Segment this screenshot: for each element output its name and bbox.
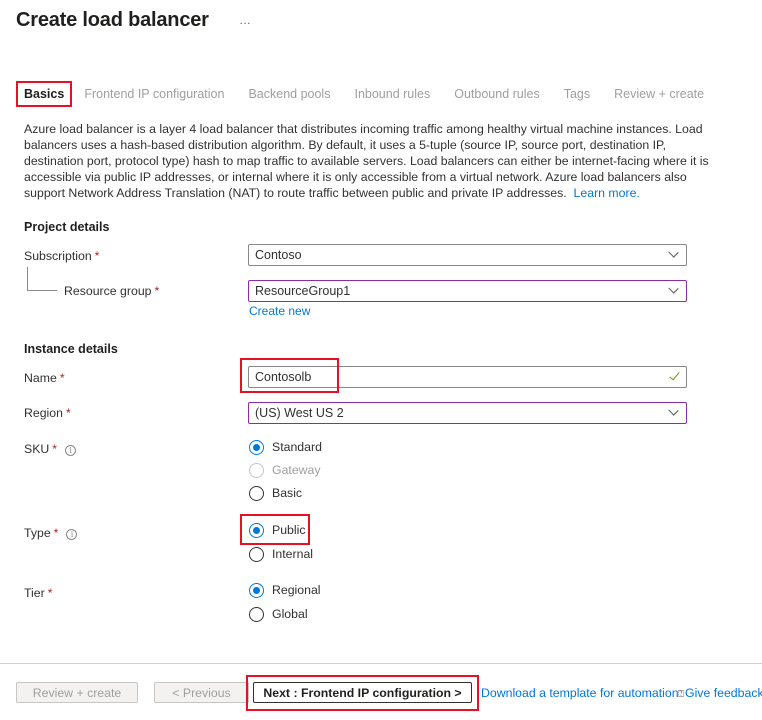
- radio-label: Basic: [272, 486, 303, 500]
- sku-label: SKU * i: [24, 442, 77, 456]
- previous-button[interactable]: < Previous: [154, 682, 249, 703]
- required-marker: *: [47, 586, 53, 600]
- tier-option-regional[interactable]: Regional: [249, 581, 321, 599]
- project-details-heading: Project details: [24, 220, 110, 234]
- name-label-text: Name: [24, 371, 57, 385]
- name-label: Name *: [24, 371, 65, 385]
- tab-frontend-ip-configuration[interactable]: Frontend IP configuration: [84, 87, 224, 101]
- sku-option-basic[interactable]: Basic: [249, 484, 322, 502]
- info-icon[interactable]: i: [65, 445, 77, 456]
- subscription-label-text: Subscription: [24, 249, 92, 263]
- region-value: (US) West US 2: [255, 406, 344, 420]
- region-select[interactable]: (US) West US 2: [248, 402, 687, 424]
- radio-button[interactable]: [249, 546, 264, 562]
- description: Azure load balancer is a layer 4 load ba…: [24, 121, 724, 201]
- tab-outbound-rules[interactable]: Outbound rules: [454, 87, 539, 101]
- tree-connector: [27, 267, 57, 291]
- create-new-resource-group-link[interactable]: Create new: [249, 304, 310, 318]
- sku-option-gateway: Gateway: [249, 461, 322, 479]
- footer-divider: [0, 663, 762, 664]
- radio-label: Global: [272, 607, 308, 621]
- next-button-highlight-box: [246, 675, 479, 711]
- radio-label: Gateway: [272, 463, 321, 477]
- chevron-down-icon: [664, 245, 686, 265]
- chevron-down-icon: [664, 403, 686, 423]
- name-highlight-box: [240, 358, 339, 393]
- tab-review-create[interactable]: Review + create: [614, 87, 704, 101]
- resource-group-value: ResourceGroup1: [255, 284, 351, 298]
- required-marker: *: [52, 442, 58, 456]
- radio-button-checked[interactable]: [249, 582, 264, 598]
- give-feedback-link[interactable]: ⍰Give feedback: [678, 686, 762, 700]
- checkmark-icon: [664, 367, 686, 387]
- tab-basics[interactable]: Basics: [16, 81, 73, 107]
- tab-tags[interactable]: Tags: [564, 87, 590, 101]
- sku-radio-group: Standard Gateway Basic: [249, 438, 322, 502]
- subscription-select[interactable]: Contoso: [248, 244, 687, 266]
- required-marker: *: [59, 371, 65, 385]
- radio-button-checked[interactable]: [249, 439, 264, 455]
- chevron-down-icon: [664, 281, 686, 301]
- download-template-link[interactable]: Download a template for automation: [481, 686, 679, 700]
- review-create-button[interactable]: Review + create: [16, 682, 138, 703]
- subscription-value: Contoso: [255, 248, 302, 262]
- tab-inbound-rules[interactable]: Inbound rules: [354, 87, 430, 101]
- radio-button[interactable]: [249, 606, 264, 622]
- tab-backend-pools[interactable]: Backend pools: [248, 87, 330, 101]
- radio-button-disabled: [249, 462, 264, 478]
- more-options-icon[interactable]: …: [239, 13, 252, 27]
- radio-label: Internal: [272, 547, 314, 561]
- type-label: Type * i: [24, 526, 78, 540]
- sku-label-text: SKU: [24, 442, 50, 456]
- resource-group-select[interactable]: ResourceGroup1: [248, 280, 687, 302]
- radio-label: Standard: [272, 440, 322, 454]
- info-icon[interactable]: i: [66, 529, 78, 540]
- instance-details-heading: Instance details: [24, 342, 118, 356]
- feedback-icon: ⍰: [678, 689, 684, 700]
- learn-more-link[interactable]: Learn more.: [574, 186, 640, 200]
- required-marker: *: [53, 526, 59, 540]
- page-title: Create load balancer: [16, 9, 209, 31]
- tier-label: Tier *: [24, 586, 53, 600]
- give-feedback-label: Give feedback: [685, 686, 762, 700]
- type-label-text: Type: [24, 526, 51, 540]
- type-option-internal[interactable]: Internal: [249, 545, 313, 563]
- region-label-text: Region: [24, 406, 63, 420]
- required-marker: *: [94, 249, 100, 263]
- public-highlight-box: [240, 514, 310, 545]
- tab-bar: Basics Frontend IP configuration Backend…: [16, 80, 704, 108]
- sku-option-standard[interactable]: Standard: [249, 438, 322, 456]
- region-label: Region *: [24, 406, 71, 420]
- resource-group-label: Resource group *: [64, 284, 159, 298]
- subscription-label: Subscription *: [24, 249, 99, 263]
- required-marker: *: [154, 284, 160, 298]
- tier-radio-group: Regional Global: [249, 581, 321, 623]
- radio-button[interactable]: [249, 485, 264, 501]
- tier-label-text: Tier: [24, 586, 45, 600]
- radio-label: Regional: [272, 583, 321, 597]
- resource-group-label-text: Resource group: [64, 284, 152, 298]
- tier-option-global[interactable]: Global: [249, 605, 321, 623]
- required-marker: *: [65, 406, 71, 420]
